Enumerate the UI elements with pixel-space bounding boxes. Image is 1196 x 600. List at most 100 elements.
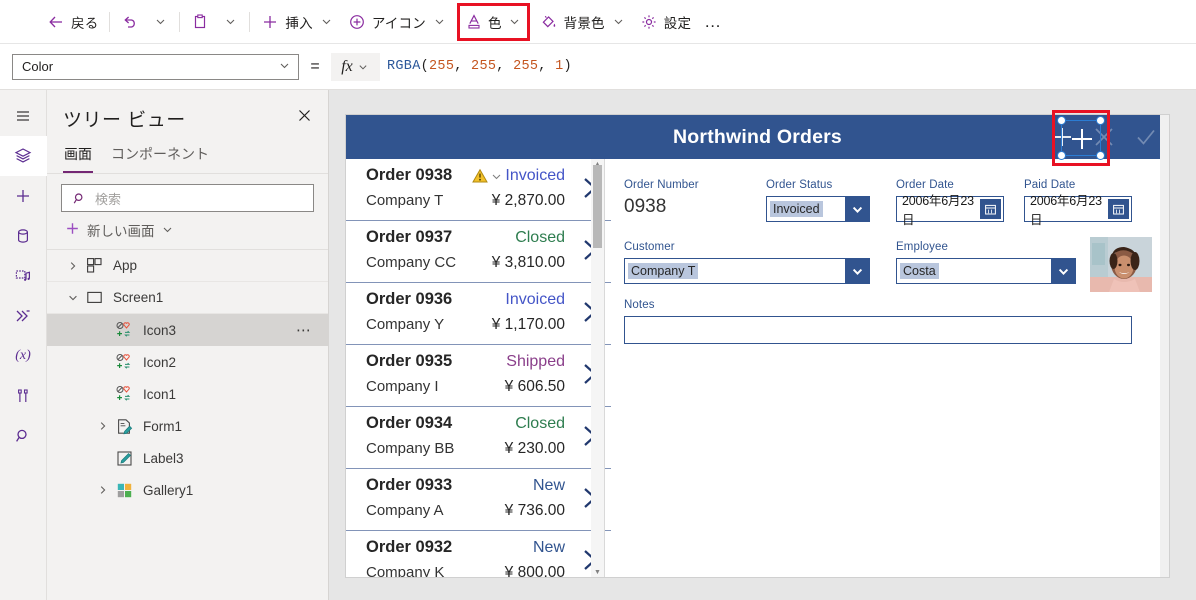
new-screen-button[interactable]: 新しい画面: [47, 212, 328, 250]
order-date-input[interactable]: 2006年6月23日: [896, 194, 1004, 227]
chevron-down-icon[interactable]: [65, 293, 81, 303]
color-button-highlighted[interactable]: 色: [456, 2, 530, 41]
tree-node-icon2[interactable]: Icon2: [47, 346, 328, 378]
more-commands-button[interactable]: …: [698, 12, 728, 32]
back-button[interactable]: 戻る: [40, 5, 105, 39]
order-status-label: Order Status: [766, 179, 833, 191]
settings-button[interactable]: 設定: [633, 5, 698, 39]
left-icon-rail: (x): [0, 90, 47, 600]
tree-node-label: Icon1: [143, 386, 177, 402]
chevron-right-icon[interactable]: [95, 421, 111, 431]
calendar-icon[interactable]: [1108, 199, 1129, 219]
scrollbar-thumb[interactable]: [593, 165, 602, 248]
icon-menu-label: アイコン: [371, 15, 426, 31]
notes-input[interactable]: [624, 316, 1132, 344]
company-label: Company T: [366, 192, 444, 209]
notes-field: Notes: [624, 299, 1132, 344]
resize-handle-bottom-left[interactable]: [1057, 151, 1066, 160]
customer-field: Customer Company T: [624, 241, 870, 284]
gallery-row[interactable]: Order 0932 New Company K ¥ 800.00: [346, 531, 611, 577]
company-label: Company CC: [366, 254, 457, 271]
tree-node-label3[interactable]: Label3: [47, 442, 328, 474]
undo-icon: [121, 13, 139, 31]
fill-color-button[interactable]: 背景色: [533, 5, 633, 39]
insert-button[interactable]: 挿入: [254, 5, 340, 39]
company-label: Company I: [366, 378, 439, 395]
customer-dropdown[interactable]: Company T: [624, 258, 870, 284]
chevron-down-icon[interactable]: [845, 259, 869, 283]
fx-button[interactable]: fx: [331, 52, 381, 81]
tree-node-icon3[interactable]: Icon3 ⋯: [47, 314, 328, 346]
selected-control-outline[interactable]: [1057, 116, 1105, 160]
scroll-down-icon[interactable]: ▼: [591, 567, 604, 577]
formula-token: ): [563, 59, 572, 74]
tree-view-panel: ツリー ビュー 画面 コンポーネント 検索 新しい画面 App Screen1 …: [47, 90, 329, 600]
tree-view-layers-icon[interactable]: [0, 136, 47, 176]
gallery-row[interactable]: Order 0937 Closed Company CC ¥ 3,810.00: [346, 221, 611, 283]
clipboard-icon: [191, 13, 209, 31]
chevron-down-icon[interactable]: [845, 197, 869, 221]
tab-components[interactable]: コンポーネント: [110, 142, 210, 173]
paid-date-input[interactable]: 2006年6月23日: [1024, 194, 1132, 227]
gallery-row[interactable]: Order 0936 Invoiced Company Y ¥ 1,170.00: [346, 283, 611, 345]
app-title: Northwind Orders: [673, 125, 842, 148]
chevron-down-icon[interactable]: [1051, 259, 1075, 283]
formula-token: 255: [429, 59, 455, 74]
tree-node-screen1[interactable]: Screen1: [47, 282, 328, 314]
paste-caret-button[interactable]: [216, 5, 245, 39]
tree-node-icon1[interactable]: Icon1: [47, 378, 328, 410]
gallery-row[interactable]: Order 0938 Invoiced Company T ¥ 2,870.00: [346, 159, 611, 221]
order-amount-label: ¥ 230.00: [504, 440, 565, 457]
confirm-icon[interactable]: [1129, 120, 1163, 154]
hamburger-icon[interactable]: [0, 96, 47, 136]
power-automate-icon[interactable]: [0, 296, 47, 336]
data-source-icon[interactable]: [0, 216, 47, 256]
order-id-label: Order 0937: [366, 228, 453, 246]
resize-handle-top-left[interactable]: [1057, 116, 1066, 125]
tree-node-form1[interactable]: Form1: [47, 410, 328, 442]
tools-icon[interactable]: [0, 376, 47, 416]
gallery-row[interactable]: Order 0935 Shipped Company I ¥ 606.50: [346, 345, 611, 407]
undo-button[interactable]: [114, 5, 146, 39]
tree-node-app[interactable]: App: [47, 250, 328, 282]
calendar-icon[interactable]: [980, 199, 1001, 219]
employee-dropdown[interactable]: Costa: [896, 258, 1076, 284]
icon-menu-button[interactable]: アイコン: [341, 5, 454, 39]
tab-screens[interactable]: 画面: [63, 142, 93, 173]
paid-date-value: 2006年6月23日: [1030, 194, 1102, 227]
formula-input[interactable]: RGBA(255, 255, 255, 1): [381, 52, 1196, 81]
app-preview: Northwind Orders Order 0938 Invoiced Compa…: [346, 115, 1169, 577]
gallery-scrollbar[interactable]: ▲ ▼: [591, 159, 604, 577]
arrow-left-icon: [47, 13, 65, 31]
order-id-label: Order 0932: [366, 538, 453, 556]
undo-caret-button[interactable]: [146, 5, 175, 39]
order-status-label: Invoiced: [505, 167, 565, 184]
company-label: Company BB: [366, 440, 455, 457]
node-context-menu-button[interactable]: ⋯: [296, 321, 312, 339]
order-status-dropdown[interactable]: Invoiced: [766, 196, 870, 222]
canvas-scrollbar[interactable]: [1160, 115, 1169, 577]
chevron-right-icon[interactable]: [65, 261, 81, 271]
gallery-icon: [113, 482, 135, 499]
paste-button[interactable]: [184, 5, 216, 39]
search-icon[interactable]: [0, 416, 47, 456]
close-icon[interactable]: [293, 104, 316, 132]
gallery-row[interactable]: Order 0933 New Company A ¥ 736.00: [346, 469, 611, 531]
variables-icon[interactable]: (x): [0, 336, 47, 376]
order-status-label: New: [532, 539, 565, 556]
chevron-down-icon[interactable]: [491, 171, 502, 182]
chevron-down-icon: [279, 59, 290, 74]
search-input[interactable]: 検索: [61, 184, 314, 212]
resize-handle-top-right[interactable]: [1096, 116, 1105, 125]
resize-handle-bottom-right[interactable]: [1096, 151, 1105, 160]
media-icon[interactable]: [0, 256, 47, 296]
gallery-row[interactable]: Order 0934 Closed Company BB ¥ 230.00: [346, 407, 611, 469]
chevron-down-icon: [162, 223, 173, 238]
orders-gallery[interactable]: Order 0938 Invoiced Company T ¥ 2,870.00 Ord…: [346, 159, 611, 577]
tree-node-gallery1[interactable]: Gallery1: [47, 474, 328, 506]
chevron-right-icon[interactable]: [95, 485, 111, 495]
property-selector[interactable]: Color: [12, 53, 299, 80]
insert-plus-icon[interactable]: [0, 176, 47, 216]
employee-field: Employee Costa: [896, 241, 1076, 284]
tree-view-title: ツリー ビュー: [63, 109, 186, 131]
